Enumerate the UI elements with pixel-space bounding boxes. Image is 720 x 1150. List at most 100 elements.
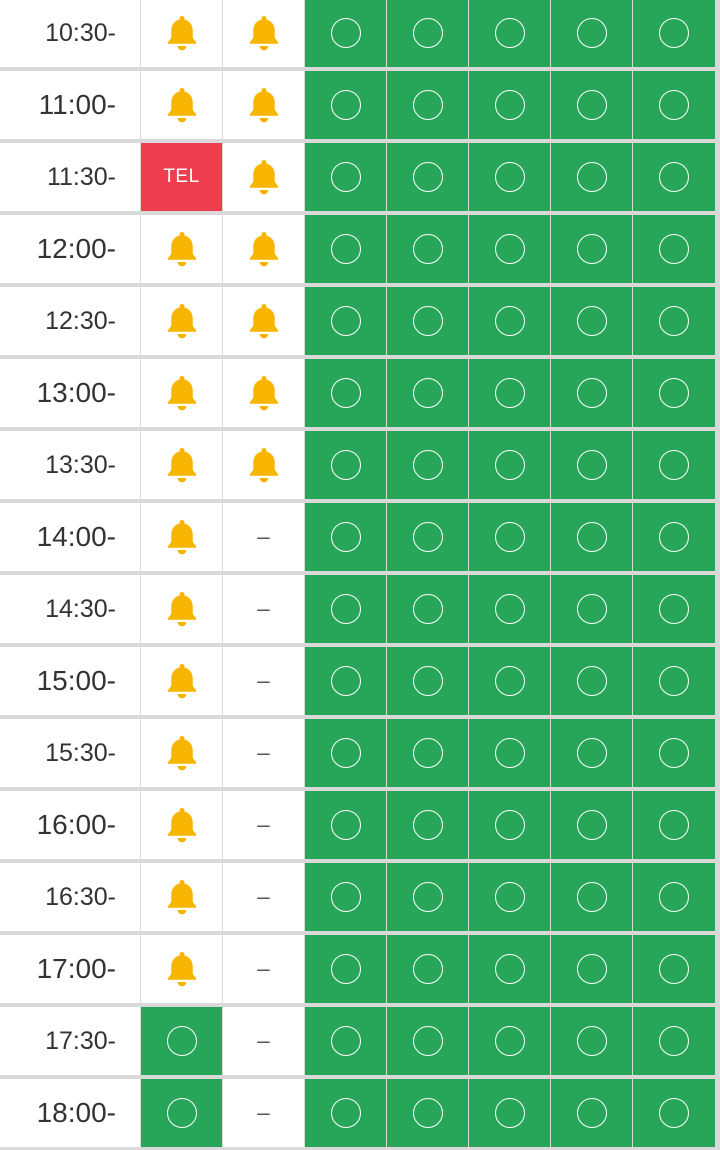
slot-available[interactable] [305,431,386,499]
slot-available[interactable] [305,575,386,643]
slot-available[interactable] [469,0,550,67]
slot-available[interactable] [633,503,715,571]
slot-available[interactable] [387,575,468,643]
slot-available[interactable] [469,863,550,931]
slot-available[interactable] [633,71,715,139]
slot-available[interactable] [387,935,468,1003]
slot-available[interactable] [633,1079,715,1147]
slot-available[interactable] [305,719,386,787]
slot-notify[interactable] [141,791,222,859]
slot-notify[interactable] [223,431,304,499]
slot-available[interactable] [551,71,632,139]
slot-available[interactable] [305,287,386,355]
slot-available[interactable] [633,287,715,355]
slot-notify[interactable] [141,215,222,283]
slot-notify[interactable] [141,71,222,139]
slot-available[interactable] [387,719,468,787]
slot-available[interactable] [305,935,386,1003]
slot-available[interactable] [551,0,632,67]
slot-notify[interactable] [141,287,222,355]
slot-available[interactable] [633,0,715,67]
slot-notify[interactable] [141,863,222,931]
slot-available[interactable] [551,503,632,571]
slot-available[interactable] [551,575,632,643]
slot-available[interactable] [387,503,468,571]
slot-available[interactable] [551,359,632,427]
slot-available[interactable] [469,647,550,715]
slot-available[interactable] [387,71,468,139]
slot-notify[interactable] [223,287,304,355]
slot-notify[interactable] [223,143,304,211]
slot-available[interactable] [469,71,550,139]
slot-available[interactable] [305,215,386,283]
slot-available[interactable] [633,719,715,787]
slot-notify[interactable] [141,935,222,1003]
slot-available[interactable] [387,791,468,859]
slot-available[interactable] [387,287,468,355]
slot-notify[interactable] [141,0,222,67]
slot-available[interactable] [141,1079,222,1147]
slot-available[interactable] [551,431,632,499]
slot-notify[interactable] [223,71,304,139]
slot-available[interactable] [551,935,632,1003]
slot-notify[interactable] [141,647,222,715]
slot-available[interactable] [633,935,715,1003]
slot-notify[interactable] [141,719,222,787]
slot-available[interactable] [633,215,715,283]
slot-available[interactable] [469,1079,550,1147]
slot-available[interactable] [551,1007,632,1075]
slot-available[interactable] [469,287,550,355]
slot-available[interactable] [387,1079,468,1147]
slot-available[interactable] [551,647,632,715]
slot-available[interactable] [387,215,468,283]
slot-available[interactable] [305,791,386,859]
slot-notify[interactable] [141,359,222,427]
slot-available[interactable] [387,1007,468,1075]
slot-available[interactable] [305,863,386,931]
slot-available[interactable] [469,215,550,283]
slot-available[interactable] [305,1079,386,1147]
slot-available[interactable] [633,359,715,427]
slot-available[interactable] [387,0,468,67]
slot-available[interactable] [305,0,386,67]
slot-available[interactable] [141,1007,222,1075]
slot-notify[interactable] [141,503,222,571]
slot-available[interactable] [633,863,715,931]
slot-available[interactable] [551,1079,632,1147]
slot-available[interactable] [387,143,468,211]
slot-available[interactable] [305,71,386,139]
slot-available[interactable] [633,143,715,211]
slot-notify[interactable] [223,0,304,67]
slot-available[interactable] [633,647,715,715]
slot-available[interactable] [633,1007,715,1075]
slot-available[interactable] [469,503,550,571]
slot-notify[interactable] [223,215,304,283]
slot-available[interactable] [551,143,632,211]
slot-available[interactable] [305,647,386,715]
slot-tel[interactable]: TEL [141,143,222,211]
slot-available[interactable] [469,431,550,499]
slot-available[interactable] [633,791,715,859]
slot-available[interactable] [387,431,468,499]
slot-available[interactable] [551,791,632,859]
slot-notify[interactable] [223,359,304,427]
slot-available[interactable] [469,359,550,427]
slot-available[interactable] [387,647,468,715]
slot-available[interactable] [469,791,550,859]
slot-available[interactable] [633,575,715,643]
slot-available[interactable] [633,431,715,499]
slot-available[interactable] [387,359,468,427]
slot-available[interactable] [387,863,468,931]
slot-available[interactable] [551,719,632,787]
slot-notify[interactable] [141,575,222,643]
slot-available[interactable] [469,143,550,211]
slot-available[interactable] [551,287,632,355]
slot-available[interactable] [469,935,550,1003]
slot-available[interactable] [551,863,632,931]
slot-available[interactable] [469,719,550,787]
slot-available[interactable] [305,503,386,571]
slot-notify[interactable] [141,431,222,499]
slot-available[interactable] [305,143,386,211]
slot-available[interactable] [551,215,632,283]
slot-available[interactable] [469,575,550,643]
